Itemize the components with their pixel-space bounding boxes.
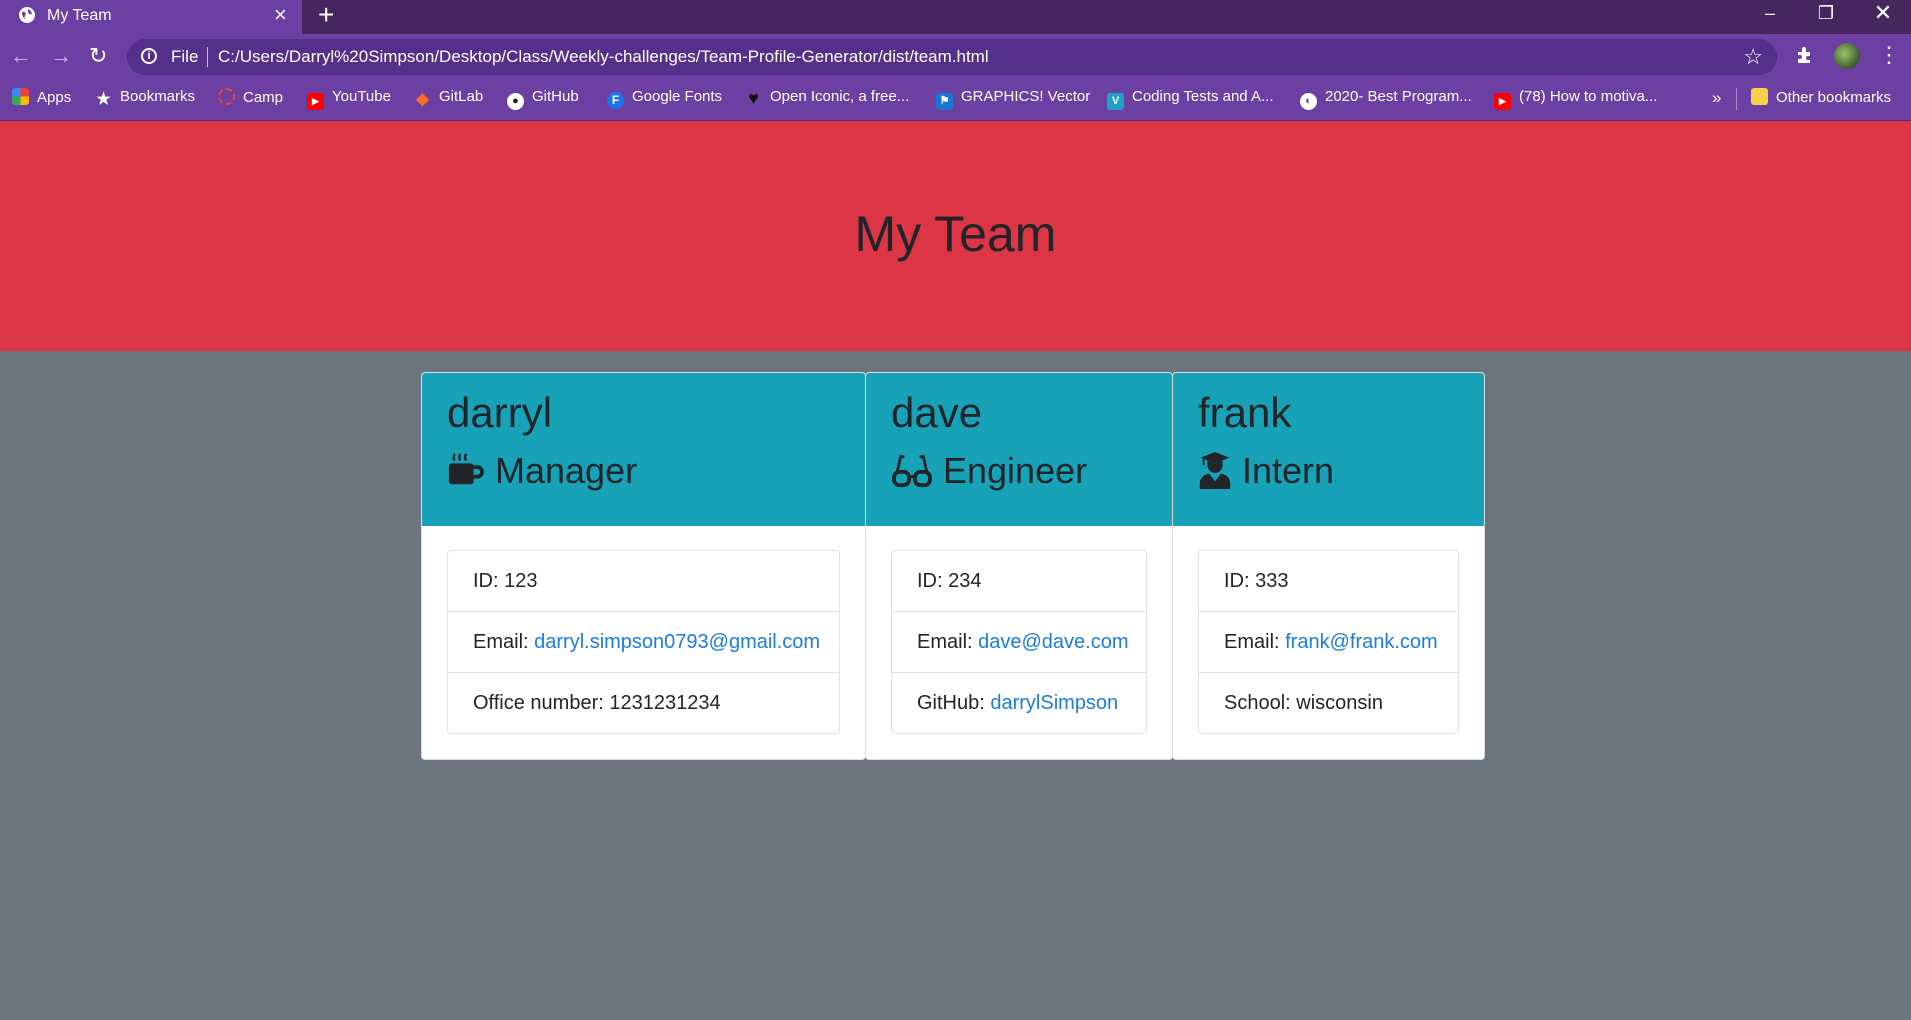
employee-card-intern: frank Intern ID: 333 Email: frank@frank.… — [1172, 372, 1485, 760]
coffee-mug-icon — [448, 453, 484, 485]
school-row: School: wisconsin — [1224, 692, 1383, 714]
close-window-icon[interactable]: ✕ — [1855, 0, 1911, 28]
card-header: darryl Manager — [422, 373, 865, 526]
email-link[interactable]: frank@frank.com — [1285, 631, 1438, 653]
globe-icon — [19, 7, 35, 23]
bookmark-gitlab[interactable]: ◆ GitLab — [414, 88, 483, 110]
bookmark-open-iconic[interactable]: ♥ Open Iconic, a free... — [745, 88, 909, 110]
folder-icon — [1751, 88, 1768, 105]
browser-tab[interactable]: My Team × — [0, 0, 302, 34]
forward-icon[interactable]: → — [50, 44, 72, 68]
github-row: GitHub: darrylSimpson — [917, 692, 1119, 714]
employee-name: darryl — [447, 389, 553, 436]
bookmark-graphics-vector[interactable]: ⚑ GRAPHICS! Vector — [936, 88, 1090, 110]
page-header: My Team — [0, 121, 1911, 351]
bookmark-bookmarks[interactable]: ★ Bookmarks — [95, 88, 195, 110]
employee-card-manager: darryl Manager ID: 123 Email: darryl.sim… — [421, 372, 866, 760]
employee-details: ID: 123 Email: darryl.simpson0793@gmail.… — [447, 550, 840, 734]
globe-icon: ◐ — [1300, 93, 1317, 110]
employee-email-row: Email: frank@frank.com — [1199, 612, 1458, 673]
restore-icon[interactable]: ❐ — [1798, 0, 1854, 28]
camp-icon — [218, 88, 235, 105]
bookmark-youtube[interactable]: ▶ YouTube — [307, 88, 391, 110]
tab-title: My Team — [47, 7, 112, 24]
back-icon[interactable]: ← — [10, 44, 32, 68]
minimize-icon[interactable]: – — [1742, 0, 1798, 28]
employee-role: Manager — [447, 450, 637, 492]
reload-icon[interactable]: ↻ — [89, 44, 107, 68]
flag-icon: ⚑ — [936, 93, 953, 110]
employee-details: ID: 234 Email: dave@dave.com GitHub: dar… — [891, 550, 1147, 734]
menu-icon[interactable]: ⋮ — [1878, 42, 1900, 68]
bookmark-google-fonts[interactable]: F Google Fonts — [607, 88, 722, 110]
employee-email-row: Email: darryl.simpson0793@gmail.com — [448, 612, 839, 673]
employee-email-row: Email: dave@dave.com — [892, 612, 1146, 673]
browser-toolbar: ← → ↻ i File C:/Users/Darryl%20Simpson/D… — [0, 34, 1911, 80]
extensions-icon[interactable] — [1795, 45, 1815, 71]
coding-tests-icon: V — [1107, 93, 1124, 110]
github-link[interactable]: darrylSimpson — [990, 692, 1118, 714]
glasses-icon — [892, 455, 932, 488]
address-scheme: File — [171, 47, 199, 66]
email-link[interactable]: dave@dave.com — [978, 631, 1128, 653]
email-link[interactable]: darryl.simpson0793@gmail.com — [534, 631, 820, 653]
address-url[interactable]: C:/Users/Darryl%20Simpson/Desktop/Class/… — [218, 47, 989, 67]
card-header: frank Intern — [1173, 373, 1484, 526]
employee-id: ID: 234 — [892, 551, 1146, 612]
new-tab-icon[interactable]: + — [318, 1, 334, 29]
bookmark-best-program[interactable]: ◐ 2020- Best Program... — [1300, 88, 1472, 110]
youtube-icon: ▶ — [307, 93, 324, 110]
github-icon: ● — [507, 93, 524, 110]
heart-icon: ♥ — [748, 88, 759, 108]
employee-name: frank — [1198, 389, 1292, 436]
browser-titlebar: My Team × + – ❐ ✕ — [0, 0, 1911, 34]
star-icon: ★ — [96, 91, 111, 108]
bookmark-github[interactable]: ● GitHub — [507, 88, 579, 110]
office-number: 1231231234 — [609, 692, 721, 714]
employee-name: dave — [891, 389, 983, 436]
graduate-icon — [1199, 451, 1231, 489]
office-number-row: Office number: 1231231234 — [473, 692, 721, 714]
close-tab-icon[interactable]: × — [274, 4, 287, 26]
employee-role: Intern — [1198, 450, 1334, 492]
address-bar[interactable]: i File C:/Users/Darryl%20Simpson/Desktop… — [127, 39, 1777, 75]
apps-grid-icon — [12, 88, 29, 105]
employee-id: ID: 123 — [448, 551, 839, 612]
bookmark-apps[interactable]: Apps — [12, 88, 71, 110]
bookmark-star-icon[interactable]: ☆ — [1743, 44, 1763, 70]
gitlab-icon: ◆ — [416, 91, 429, 108]
bookmarks-bar: Apps ★ Bookmarks Camp ▶ YouTube ◆ GitLab ● G… — [0, 80, 1911, 121]
page-title: My Team — [854, 206, 1057, 262]
bookmarks-overflow[interactable]: » — [1712, 88, 1721, 110]
card-header: dave Engineer — [866, 373, 1172, 526]
bookmark-coding-tests[interactable]: V Coding Tests and A... — [1107, 88, 1273, 110]
address-separator — [207, 47, 208, 67]
employee-role: Engineer — [891, 450, 1087, 492]
employee-card-engineer: dave Engineer ID: 234 Email: dave@dave.c… — [865, 372, 1173, 760]
school-name: wisconsin — [1296, 692, 1383, 714]
google-fonts-icon: F — [607, 92, 624, 109]
bookmarks-divider — [1736, 88, 1737, 110]
profile-avatar[interactable] — [1834, 43, 1860, 69]
bookmark-camp[interactable]: Camp — [218, 88, 283, 110]
employee-details: ID: 333 Email: frank@frank.com School: w… — [1198, 550, 1459, 734]
site-info-icon[interactable]: i — [141, 48, 157, 64]
youtube-icon: ▶ — [1494, 93, 1511, 110]
bookmark-other[interactable]: Other bookmarks — [1751, 88, 1891, 110]
bookmark-how-to-motivate[interactable]: ▶ (78) How to motiva... — [1494, 88, 1657, 110]
employee-id: ID: 333 — [1199, 551, 1458, 612]
